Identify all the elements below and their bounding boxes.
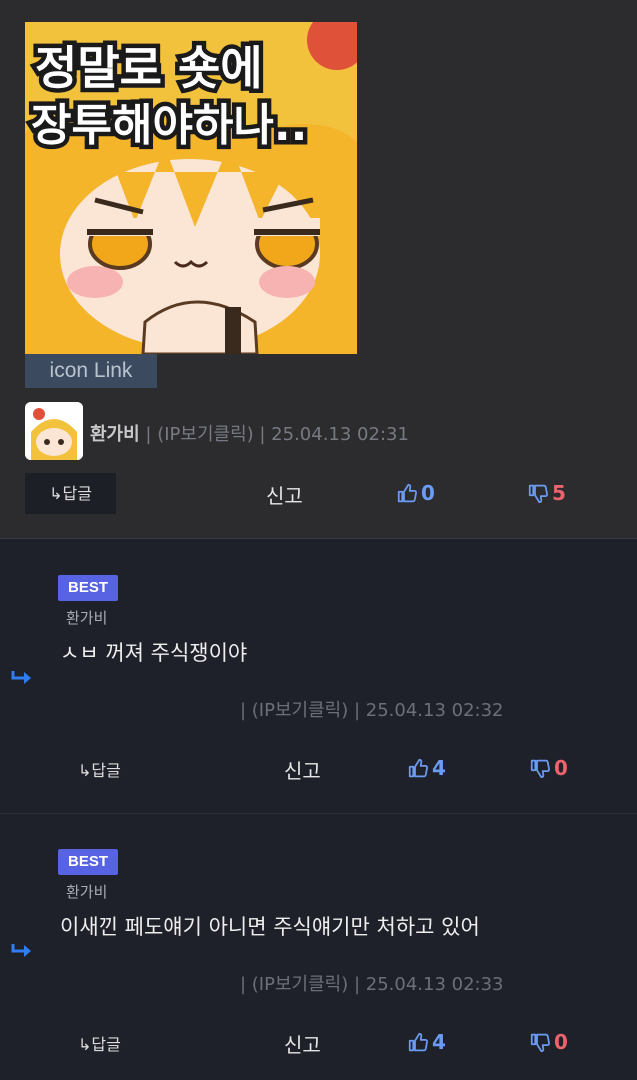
best-badge: BEST	[58, 849, 118, 875]
sticker-illustration: 정말로 숏에 장투해야하나..	[25, 22, 357, 354]
comment-dislike-button[interactable]: 0	[530, 756, 568, 780]
comment-item: BEST 환가비 이새낀 페도얘기 아니면 주식얘기만 처하고 있어 | (IP…	[0, 814, 637, 1080]
like-count: 0	[421, 481, 435, 505]
thumbs-down-icon	[530, 1033, 550, 1052]
report-button[interactable]: 신고	[266, 480, 303, 509]
sticker-image: 정말로 숏에 장투해야하나..	[25, 22, 357, 354]
comment-item: BEST 환가비 ㅅㅂ 꺼져 주식쟁이야 | (IP보기클릭) | 25.04.…	[0, 539, 637, 813]
comment-reply-button[interactable]: ↳답글	[78, 757, 121, 781]
reply-arrow-icon	[11, 671, 31, 684]
thumbs-up-icon	[397, 483, 417, 502]
comment-meta: | (IP보기클릭) | 25.04.13 02:33	[240, 974, 504, 995]
best-badge: BEST	[58, 575, 118, 601]
comment-like-button[interactable]: 4	[408, 1030, 446, 1054]
thumbs-down-icon	[528, 484, 548, 503]
dislike-button[interactable]: 5	[528, 481, 566, 505]
post-meta: 환가비 | (IP보기클릭) | 25.04.13 02:31	[90, 420, 409, 446]
avatar-image	[25, 402, 83, 460]
comment-report-button[interactable]: 신고	[284, 1029, 321, 1058]
comment-like-count: 4	[432, 756, 446, 780]
thumbs-up-icon	[408, 1032, 428, 1051]
post-block: 정말로 숏에 장투해야하나.. icon Link 환가비 | (IP보기클릭)…	[0, 0, 637, 539]
comment-dislike-button[interactable]: 0	[530, 1030, 568, 1054]
sticker-text-line2: 장투해야하나..	[31, 100, 307, 151]
comment-meta: | (IP보기클릭) | 25.04.13 02:32	[240, 700, 504, 721]
comment-text: 이새낀 페도얘기 아니면 주식얘기만 처하고 있어	[60, 915, 480, 939]
comment-reply-button[interactable]: ↳답글	[78, 1031, 121, 1055]
reply-arrow-icon	[11, 944, 31, 957]
comment-author[interactable]: 환가비	[66, 607, 107, 628]
icon-link-label[interactable]: icon Link	[25, 354, 157, 388]
comment-like-count: 4	[432, 1030, 446, 1054]
comment-report-button[interactable]: 신고	[284, 755, 321, 784]
comment-dislike-count: 0	[554, 1030, 568, 1054]
post-meta-text: | (IP보기클릭) | 25.04.13 02:31	[145, 424, 409, 445]
comment-like-button[interactable]: 4	[408, 756, 446, 780]
dislike-count: 5	[552, 481, 566, 505]
comment-dislike-count: 0	[554, 756, 568, 780]
thumbs-up-icon	[408, 758, 428, 777]
avatar[interactable]	[25, 402, 83, 460]
thumbs-down-icon	[530, 759, 550, 778]
like-button[interactable]: 0	[397, 481, 435, 505]
comment-text: ㅅㅂ 꺼져 주식쟁이야	[60, 641, 248, 665]
comment-author[interactable]: 환가비	[66, 881, 107, 902]
post-author[interactable]: 환가비	[90, 424, 140, 445]
reply-button[interactable]: ↳답글	[25, 473, 116, 514]
sticker-text-line1: 정말로 숏에	[35, 41, 263, 95]
